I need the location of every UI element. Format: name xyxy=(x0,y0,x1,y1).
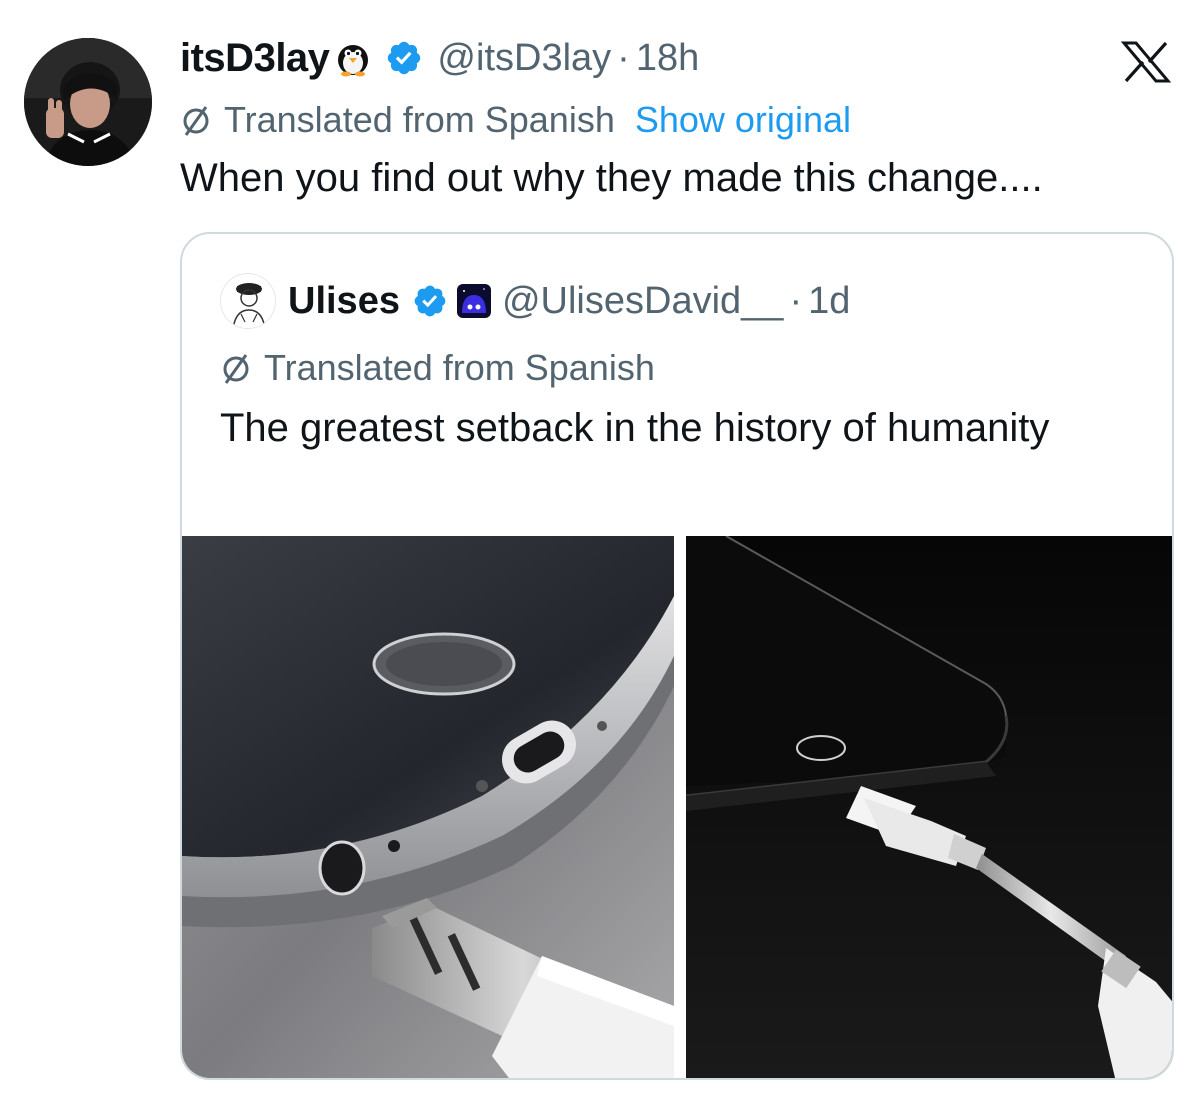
translate-icon xyxy=(223,354,249,384)
separator-dot: · xyxy=(789,279,803,322)
quoted-author-avatar-image xyxy=(221,274,275,328)
quoted-tweet-text: The greatest setback in the history of h… xyxy=(220,406,1050,450)
verified-badge-icon[interactable] xyxy=(412,283,448,319)
quoted-author-avatar[interactable] xyxy=(220,273,276,329)
media-divider xyxy=(674,536,686,1078)
author-avatar[interactable] xyxy=(24,38,152,166)
show-original-link[interactable]: Show original xyxy=(635,99,851,141)
quoted-author-display-name[interactable]: Ulises xyxy=(288,280,400,323)
author-avatar-image xyxy=(24,38,152,166)
affiliate-badge-icon[interactable] xyxy=(456,283,492,319)
translation-notice: Translated from Spanish Show original xyxy=(180,98,851,142)
quoted-tweet[interactable]: Ulises @UlisesDavid__ · 1d Translated fr… xyxy=(180,232,1174,1080)
quoted-author-handle[interactable]: @UlisesDavid__ xyxy=(502,280,783,323)
quoted-tweet-media xyxy=(182,536,1172,1078)
separator-dot: · xyxy=(617,36,630,79)
media-image-lightning-adapter[interactable] xyxy=(686,536,1172,1078)
quoted-tweet-header: Ulises @UlisesDavid__ · 1d xyxy=(220,273,850,329)
media-image-headphone-jack[interactable] xyxy=(182,536,674,1078)
penguin-emoji-icon xyxy=(333,38,373,78)
translate-icon xyxy=(183,106,209,136)
author-handle[interactable]: @itsD3lay xyxy=(437,37,611,80)
x-logo-icon[interactable] xyxy=(1120,40,1172,84)
tweet-header: itsD3lay @itsD3lay · 18h xyxy=(180,30,699,86)
quoted-translation-notice: Translated from Spanish xyxy=(220,346,655,390)
tweet-text: When you find out why they made this cha… xyxy=(180,156,1043,200)
tweet-timestamp[interactable]: 18h xyxy=(636,37,699,80)
tweet: itsD3lay @itsD3lay · 18h Translated from… xyxy=(0,0,1200,1099)
translated-label: Translated from Spanish xyxy=(224,99,615,140)
quoted-tweet-timestamp[interactable]: 1d xyxy=(808,280,850,323)
verified-badge-icon[interactable] xyxy=(385,39,423,77)
quoted-translated-label: Translated from Spanish xyxy=(264,347,655,388)
author-display-name[interactable]: itsD3lay xyxy=(180,36,330,81)
